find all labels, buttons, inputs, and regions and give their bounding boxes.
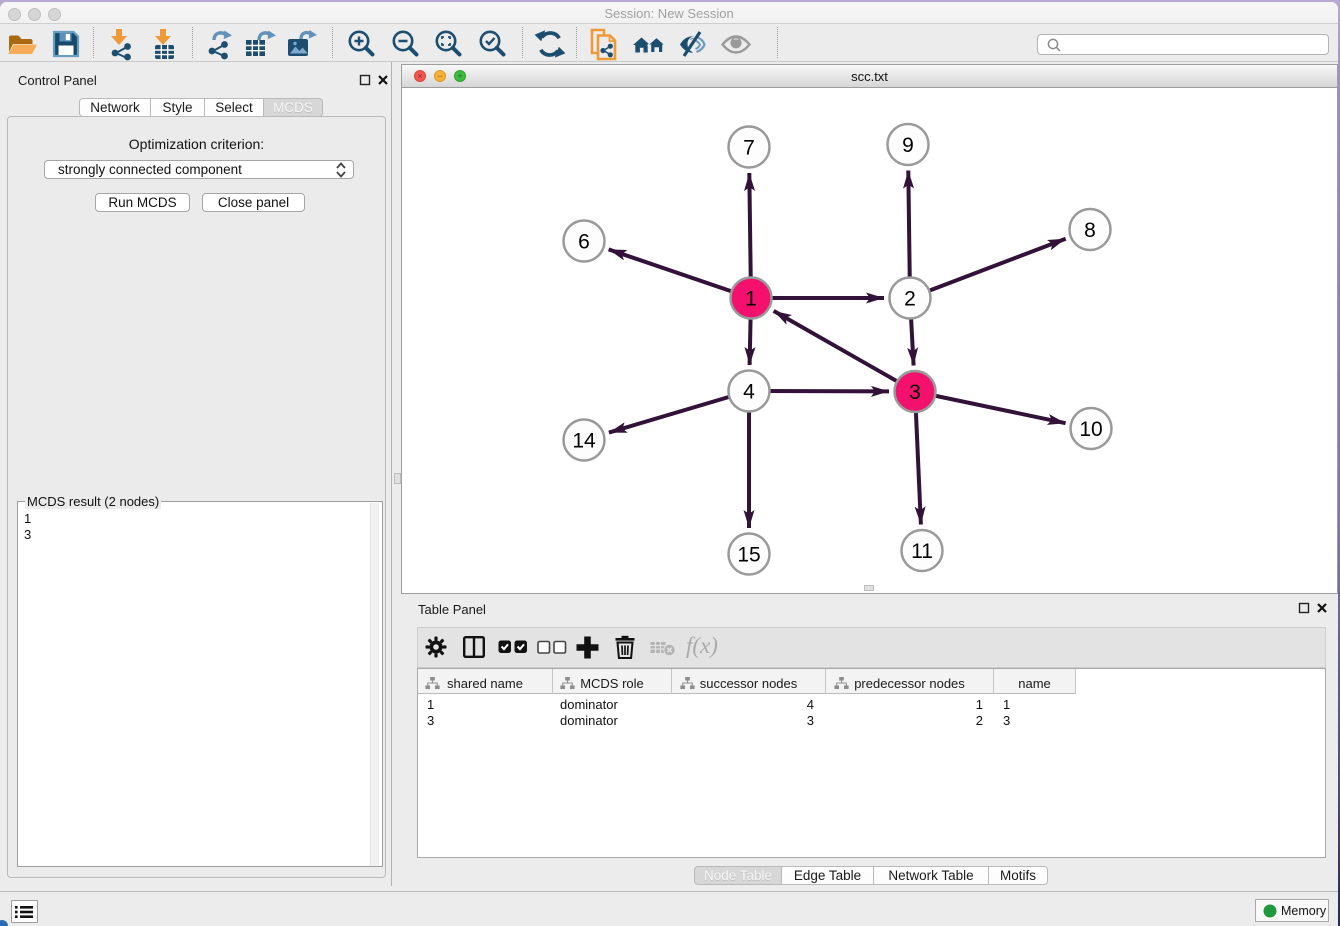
svg-text:9: 9 (902, 134, 914, 157)
svg-text:6: 6 (578, 231, 590, 254)
svg-text:2: 2 (904, 288, 916, 311)
svg-text:3: 3 (909, 381, 921, 404)
svg-text:8: 8 (1084, 219, 1096, 242)
svg-text:4: 4 (743, 381, 755, 404)
svg-text:14: 14 (572, 430, 596, 453)
svg-text:15: 15 (737, 544, 760, 567)
svg-text:10: 10 (1079, 418, 1102, 441)
svg-text:11: 11 (911, 540, 933, 563)
svg-text:1: 1 (745, 288, 757, 311)
svg-text:7: 7 (743, 137, 755, 160)
